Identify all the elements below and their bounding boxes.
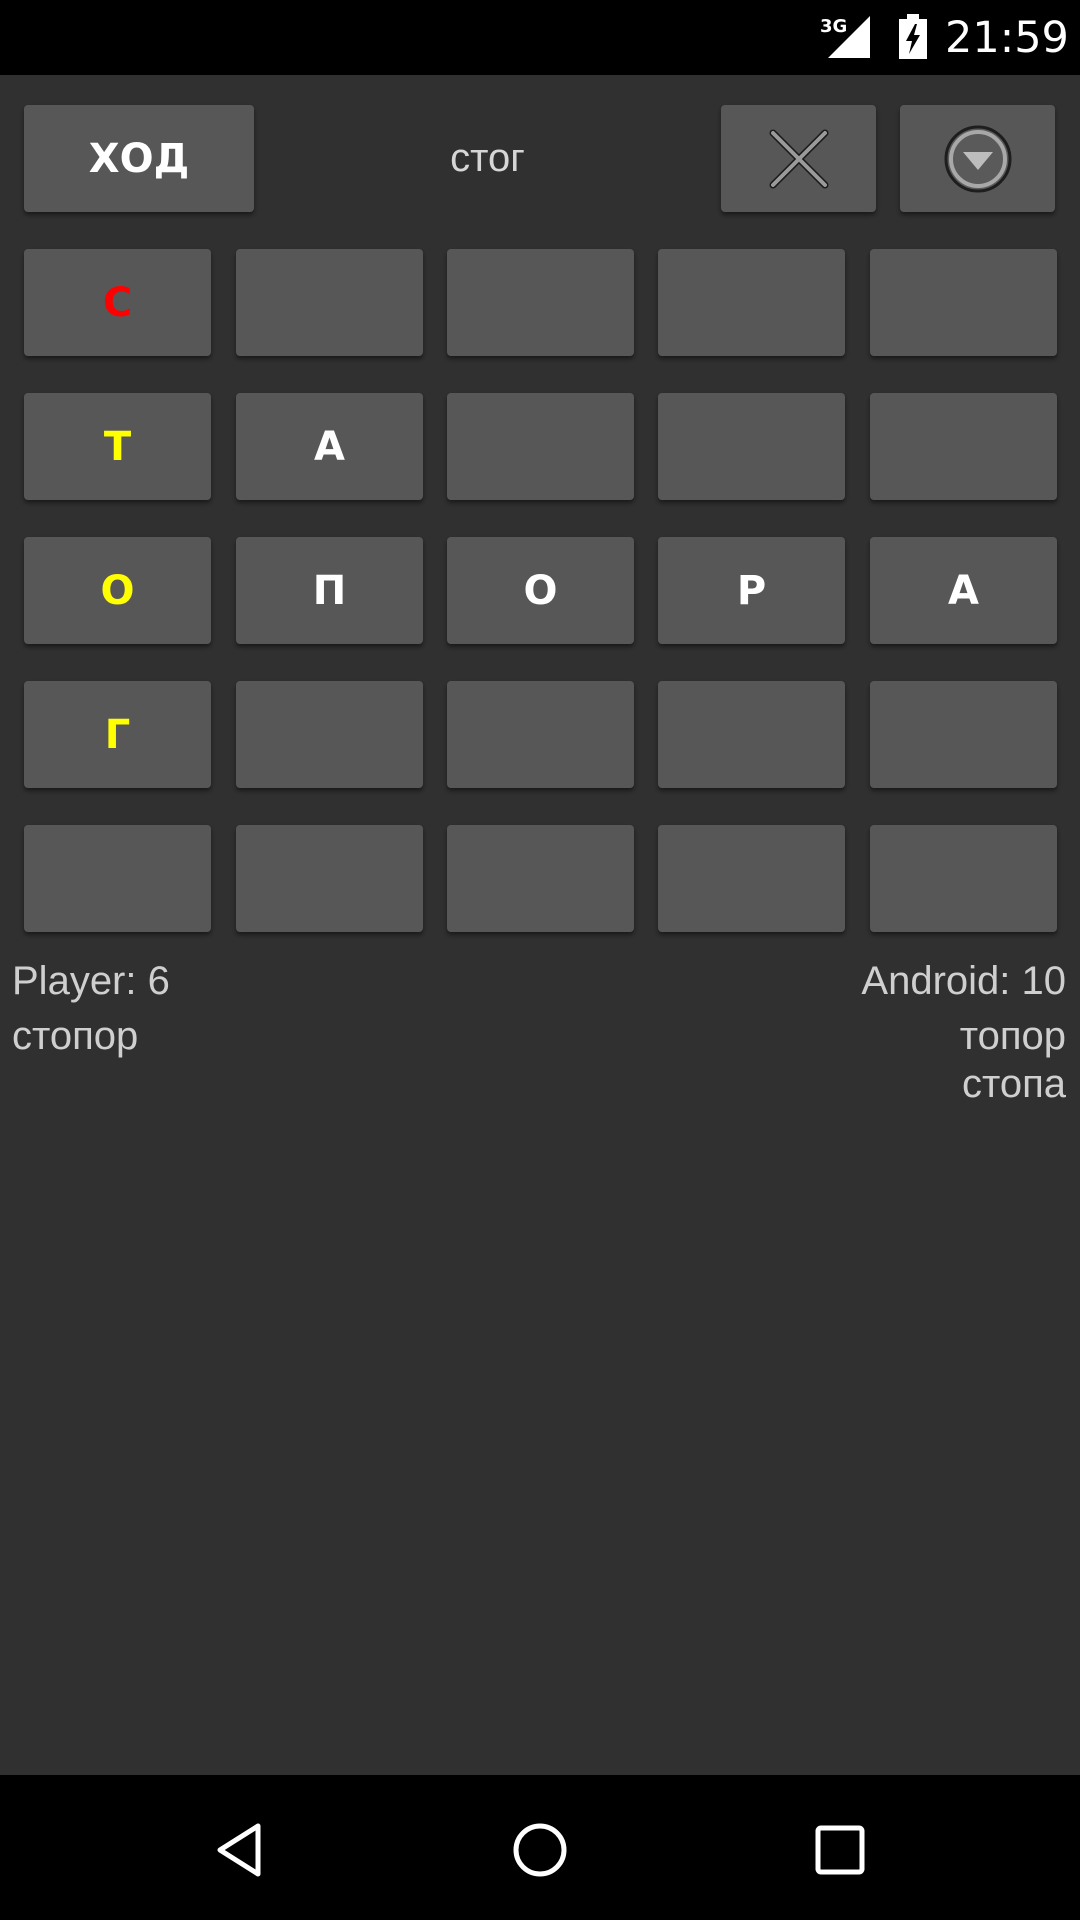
grid-cell-r4-c5[interactable] bbox=[870, 681, 1057, 788]
android-words: топор стопа bbox=[960, 1012, 1066, 1108]
battery-charging-icon bbox=[899, 14, 927, 59]
clock: 21:59 bbox=[945, 13, 1069, 63]
grid-cell-r2-c3[interactable] bbox=[447, 393, 634, 500]
grid-cell-r2-c4[interactable] bbox=[658, 393, 845, 500]
grid-cell-r1-c1[interactable]: С bbox=[24, 249, 211, 356]
grid-cell-r3-c4[interactable]: Р bbox=[658, 537, 845, 644]
grid-cell-r3-c1[interactable]: О bbox=[24, 537, 211, 644]
grid-cell-r5-c3[interactable] bbox=[447, 825, 634, 932]
clear-button[interactable] bbox=[721, 105, 876, 212]
android-word: стопа bbox=[961, 1062, 1066, 1106]
recents-square-icon bbox=[815, 1825, 865, 1875]
grid-cell-r4-c3[interactable] bbox=[447, 681, 634, 788]
current-word: стог bbox=[450, 136, 525, 180]
player-words: стопор bbox=[12, 1012, 138, 1060]
grid-cell-r4-c4[interactable] bbox=[658, 681, 845, 788]
player-score: Player: 6 bbox=[12, 959, 170, 1003]
grid-cell-r2-c2[interactable]: А bbox=[236, 393, 423, 500]
game-screen: ХОД стог СТАОПОРАГ Player: 6 Android: 10… bbox=[0, 75, 1080, 1775]
navigation-bar bbox=[0, 1775, 1080, 1920]
player-word: стопор bbox=[12, 1014, 139, 1058]
home-circle-icon bbox=[513, 1823, 567, 1877]
grid-cell-r2-c1[interactable]: Т bbox=[24, 393, 211, 500]
grid-cell-r5-c2[interactable] bbox=[236, 825, 423, 932]
back-triangle-icon bbox=[217, 1823, 261, 1877]
home-button[interactable] bbox=[495, 1805, 585, 1895]
status-bar: 3G 21:59 bbox=[0, 0, 1080, 75]
move-button[interactable]: ХОД bbox=[24, 105, 254, 212]
grid-cell-r1-c2[interactable] bbox=[236, 249, 423, 356]
grid-cell-r4-c2[interactable] bbox=[236, 681, 423, 788]
network-type-label: 3G bbox=[820, 16, 847, 37]
cell-signal-icon: 3G bbox=[820, 16, 870, 58]
grid-cell-r1-c4[interactable] bbox=[658, 249, 845, 356]
grid-cell-r5-c5[interactable] bbox=[870, 825, 1057, 932]
grid-cell-r1-c5[interactable] bbox=[870, 249, 1057, 356]
close-icon bbox=[769, 129, 828, 188]
android-score: Android: 10 bbox=[861, 959, 1066, 1003]
android-word: топор bbox=[959, 1014, 1066, 1058]
grid-cell-r4-c1[interactable]: Г bbox=[24, 681, 211, 788]
grid-cell-r5-c4[interactable] bbox=[658, 825, 845, 932]
dropdown-circle-icon bbox=[944, 125, 1011, 192]
recents-button[interactable] bbox=[795, 1805, 885, 1895]
grid-cell-r3-c3[interactable]: О bbox=[447, 537, 634, 644]
menu-button[interactable] bbox=[900, 105, 1055, 212]
grid-cell-r3-c5[interactable]: А bbox=[870, 537, 1057, 644]
grid-cell-r1-c3[interactable] bbox=[447, 249, 634, 356]
back-button[interactable] bbox=[195, 1805, 285, 1895]
grid-cell-r3-c2[interactable]: П bbox=[236, 537, 423, 644]
grid-cell-r5-c1[interactable] bbox=[24, 825, 211, 932]
grid-cell-r2-c5[interactable] bbox=[870, 393, 1057, 500]
